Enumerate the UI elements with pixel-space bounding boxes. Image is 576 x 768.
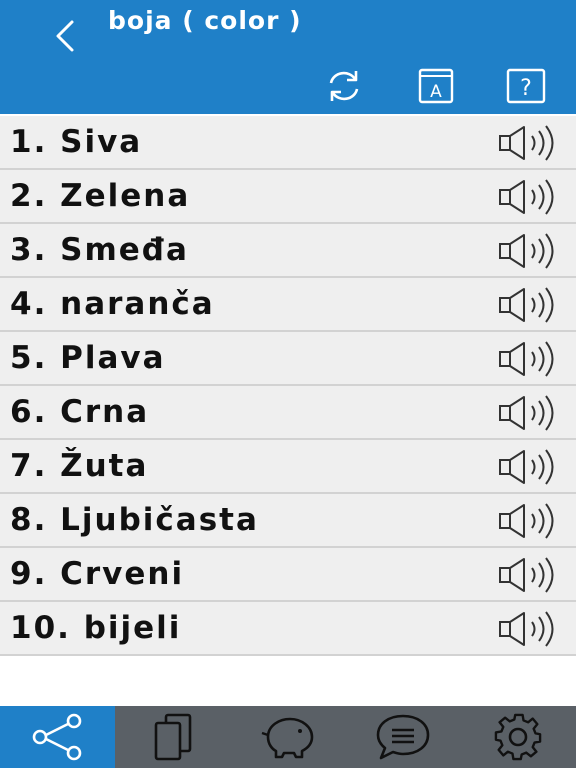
list-item[interactable]: 2. Zelena bbox=[0, 170, 576, 224]
list-item-label: 6. Crna bbox=[10, 394, 150, 430]
play-audio-button[interactable] bbox=[498, 556, 566, 594]
list-item-label: 10. bijeli bbox=[10, 610, 182, 646]
list-item[interactable]: 3. Smeđa bbox=[0, 224, 576, 278]
speaker-icon bbox=[499, 503, 554, 539]
tab-settings[interactable] bbox=[461, 706, 576, 768]
refresh-icon bbox=[329, 71, 359, 101]
list-item[interactable]: 9. Crveni bbox=[0, 548, 576, 602]
list-item-label: 1. Siva bbox=[10, 124, 143, 160]
bottom-tab-bar bbox=[0, 706, 576, 768]
speaker-icon bbox=[499, 449, 554, 485]
chevron-left-icon bbox=[56, 20, 74, 52]
back-button[interactable] bbox=[48, 16, 82, 56]
dictionary-button[interactable]: A bbox=[414, 66, 458, 106]
copy-icon bbox=[154, 713, 192, 761]
list-item[interactable]: 5. Plava bbox=[0, 332, 576, 386]
speaker-icon bbox=[499, 179, 554, 215]
play-audio-button[interactable] bbox=[498, 232, 566, 270]
share-icon bbox=[32, 713, 81, 761]
list-item[interactable]: 8. Ljubičasta bbox=[0, 494, 576, 548]
tab-piggy-bank[interactable] bbox=[230, 706, 345, 768]
page-title: boja ( color ) bbox=[108, 6, 302, 35]
play-audio-button[interactable] bbox=[498, 448, 566, 486]
list-item[interactable]: 6. Crna bbox=[0, 386, 576, 440]
list-item[interactable]: 10. bijeli bbox=[0, 602, 576, 656]
help-button[interactable]: ? bbox=[504, 66, 548, 106]
chat-icon bbox=[376, 714, 430, 760]
list-item-label: 8. Ljubičasta bbox=[10, 502, 259, 538]
speaker-icon bbox=[499, 233, 554, 269]
play-audio-button[interactable] bbox=[498, 610, 566, 648]
play-audio-button[interactable] bbox=[498, 340, 566, 378]
speaker-icon bbox=[499, 287, 554, 323]
play-audio-button[interactable] bbox=[498, 394, 566, 432]
list-item-label: 4. naranča bbox=[10, 286, 215, 322]
tab-copy[interactable] bbox=[115, 706, 230, 768]
play-audio-button[interactable] bbox=[498, 178, 566, 216]
speaker-icon bbox=[499, 125, 554, 161]
play-audio-button[interactable] bbox=[498, 502, 566, 540]
speaker-icon bbox=[499, 395, 554, 431]
tab-chat[interactable] bbox=[346, 706, 461, 768]
list-item-label: 9. Crveni bbox=[10, 556, 185, 592]
speaker-icon bbox=[499, 341, 554, 377]
list-item[interactable]: 7. Žuta bbox=[0, 440, 576, 494]
dictionary-letter: A bbox=[430, 82, 442, 102]
header-bar: boja ( color ) A ? bbox=[0, 0, 576, 114]
list-item-label: 7. Žuta bbox=[10, 448, 149, 484]
speaker-icon bbox=[499, 611, 554, 647]
word-list: 1. Siva 2. Zelena 3. Smeđa 4. naranča 5. Pla… bbox=[0, 116, 576, 656]
help-icon: ? bbox=[506, 68, 546, 104]
dictionary-icon: A bbox=[418, 68, 454, 104]
list-item[interactable]: 4. naranča bbox=[0, 278, 576, 332]
list-item-label: 3. Smeđa bbox=[10, 232, 189, 268]
play-audio-button[interactable] bbox=[498, 286, 566, 324]
gear-icon bbox=[495, 713, 542, 761]
piggy-bank-icon bbox=[261, 717, 314, 759]
play-audio-button[interactable] bbox=[498, 124, 566, 162]
speaker-icon bbox=[499, 557, 554, 593]
list-item-label: 5. Plava bbox=[10, 340, 166, 376]
tab-share[interactable] bbox=[0, 706, 116, 768]
list-item[interactable]: 1. Siva bbox=[0, 116, 576, 170]
list-item-label: 2. Zelena bbox=[10, 178, 191, 214]
refresh-button[interactable] bbox=[322, 66, 366, 106]
help-symbol: ? bbox=[520, 76, 532, 101]
